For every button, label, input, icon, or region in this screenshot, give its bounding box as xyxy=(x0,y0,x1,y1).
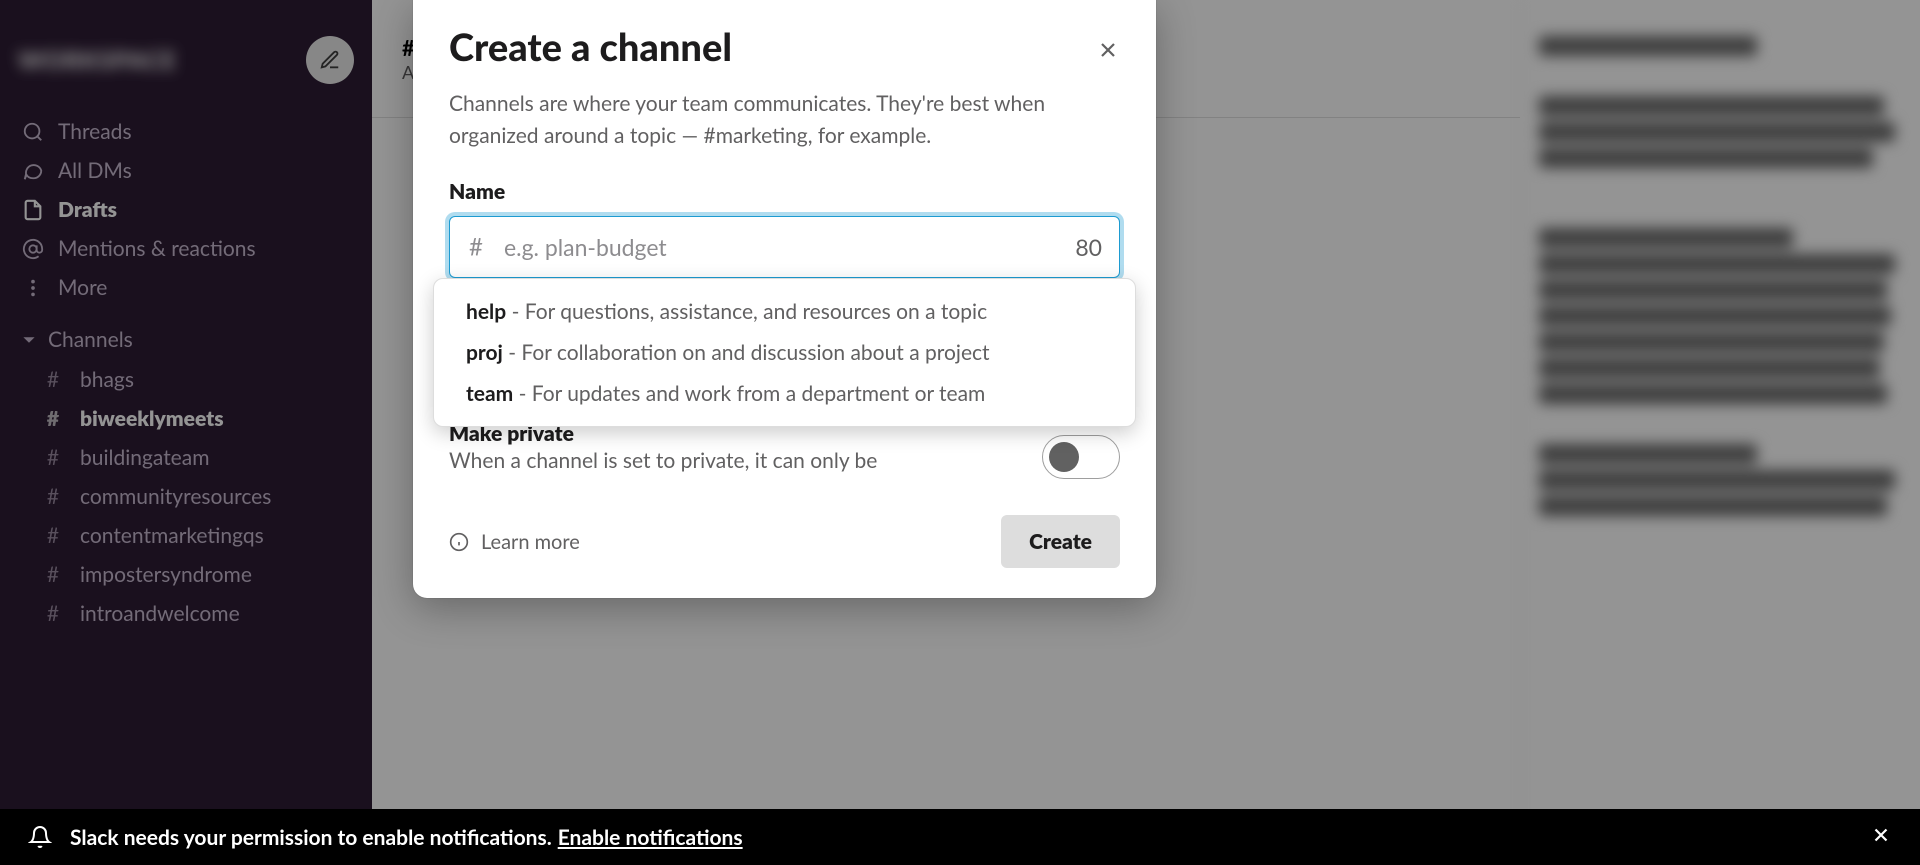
channel-item[interactable]: # contentmarketingqs xyxy=(0,516,372,555)
close-button[interactable] xyxy=(1096,38,1120,66)
make-private-textcol: Make private When a channel is set to pr… xyxy=(449,421,877,473)
name-field-label: Name xyxy=(449,179,1120,204)
learn-more-label: Learn more xyxy=(481,530,580,554)
channels-section-label: Channels xyxy=(48,327,133,352)
notification-bar: Slack needs your permission to enable no… xyxy=(0,809,1920,865)
make-private-row: Make private When a channel is set to pr… xyxy=(449,421,1120,479)
drafts-icon xyxy=(22,199,44,221)
modal-footer: Learn more Create xyxy=(449,515,1120,568)
name-input-wrapper: # 80 help - For questions, assistance, a… xyxy=(449,216,1120,278)
channel-name: contentmarketingqs xyxy=(80,523,264,548)
more-icon xyxy=(22,277,44,299)
channel-name: communityresources xyxy=(80,484,271,509)
nav-label: Mentions & reactions xyxy=(58,236,256,261)
suggestion-desc: - For updates and work from a department… xyxy=(513,381,985,406)
nav-label: Threads xyxy=(58,119,132,144)
info-icon xyxy=(449,532,469,552)
enable-notifications-link[interactable]: Enable notifications xyxy=(558,825,743,850)
threads-icon xyxy=(22,121,44,143)
suggestion-key: proj xyxy=(466,340,503,365)
channel-item[interactable]: # biweeklymeets xyxy=(0,399,372,438)
nav-more[interactable]: More xyxy=(0,268,372,307)
workspace-name: WORKSPACE xyxy=(18,46,306,75)
hash-icon: # xyxy=(44,601,62,626)
channel-name-input[interactable] xyxy=(449,216,1120,278)
suggestion-desc: - For collaboration on and discussion ab… xyxy=(503,340,990,365)
suggestion-item[interactable]: help - For questions, assistance, and re… xyxy=(434,291,1135,332)
channel-item[interactable]: # bhags xyxy=(0,360,372,399)
nav-label: All DMs xyxy=(58,158,132,183)
channel-name: introandwelcome xyxy=(80,601,240,626)
nav-all-dms[interactable]: All DMs xyxy=(0,151,372,190)
hash-icon: # xyxy=(469,233,483,262)
compose-button[interactable] xyxy=(306,36,354,84)
channel-name: impostersyndrome xyxy=(80,562,252,587)
hash-icon: # xyxy=(44,445,62,470)
channel-item[interactable]: # buildingateam xyxy=(0,438,372,477)
bell-icon xyxy=(28,825,52,849)
workspace-sidebar: WORKSPACE Threads All DMs Drafts Mention… xyxy=(0,0,372,865)
mentions-icon xyxy=(22,238,44,260)
channel-item[interactable]: # communityresources xyxy=(0,477,372,516)
caret-down-icon xyxy=(22,333,36,347)
workspace-switcher[interactable]: WORKSPACE xyxy=(0,28,372,112)
compose-icon xyxy=(319,49,341,71)
name-suggestions-dropdown: help - For questions, assistance, and re… xyxy=(433,278,1136,427)
suggestion-desc: - For questions, assistance, and resourc… xyxy=(506,299,987,324)
suggestion-key: help xyxy=(466,299,506,324)
channel-list: # bhags # biweeklymeets # buildingateam # commu… xyxy=(0,360,372,633)
suggestion-item[interactable]: team - For updates and work from a depar… xyxy=(434,373,1135,414)
learn-more-link[interactable]: Learn more xyxy=(449,530,580,554)
notification-close-button[interactable] xyxy=(1870,824,1892,851)
toggle-knob xyxy=(1049,442,1079,472)
modal-title: Create a channel xyxy=(449,24,1120,70)
make-private-toggle[interactable] xyxy=(1042,435,1120,479)
channel-name: buildingateam xyxy=(80,445,209,470)
hash-icon: # xyxy=(44,367,62,392)
nav-label: More xyxy=(58,275,107,300)
hash-icon: # xyxy=(44,562,62,587)
hash-icon: # xyxy=(44,523,62,548)
app-root: WORKSPACE Threads All DMs Drafts Mention… xyxy=(0,0,1920,865)
make-private-sub: When a channel is set to private, it can… xyxy=(449,448,877,473)
channel-item[interactable]: # introandwelcome xyxy=(0,594,372,633)
nav-threads[interactable]: Threads xyxy=(0,112,372,151)
nav-list: Threads All DMs Drafts Mentions & reacti… xyxy=(0,112,372,307)
channel-name: bhags xyxy=(80,367,134,392)
channel-item[interactable]: # impostersyndrome xyxy=(0,555,372,594)
modal-description: Channels are where your team communicate… xyxy=(449,88,1120,151)
create-button[interactable]: Create xyxy=(1001,515,1120,568)
nav-mentions[interactable]: Mentions & reactions xyxy=(0,229,372,268)
notification-text: Slack needs your permission to enable no… xyxy=(70,825,552,850)
suggestion-item[interactable]: proj - For collaboration on and discussi… xyxy=(434,332,1135,373)
right-details-panel xyxy=(1520,0,1920,865)
create-channel-modal: Create a channel Channels are where your… xyxy=(413,0,1156,598)
channel-name: biweeklymeets xyxy=(80,406,224,431)
hash-icon: # xyxy=(44,484,62,509)
dms-icon xyxy=(22,160,44,182)
nav-label: Drafts xyxy=(58,197,117,222)
suggestion-key: team xyxy=(466,381,513,406)
nav-drafts[interactable]: Drafts xyxy=(0,190,372,229)
hash-icon: # xyxy=(44,406,62,431)
close-icon xyxy=(1870,824,1892,846)
char-count: 80 xyxy=(1075,233,1102,261)
channels-section-header[interactable]: Channels xyxy=(0,307,372,360)
close-icon xyxy=(1096,38,1120,62)
